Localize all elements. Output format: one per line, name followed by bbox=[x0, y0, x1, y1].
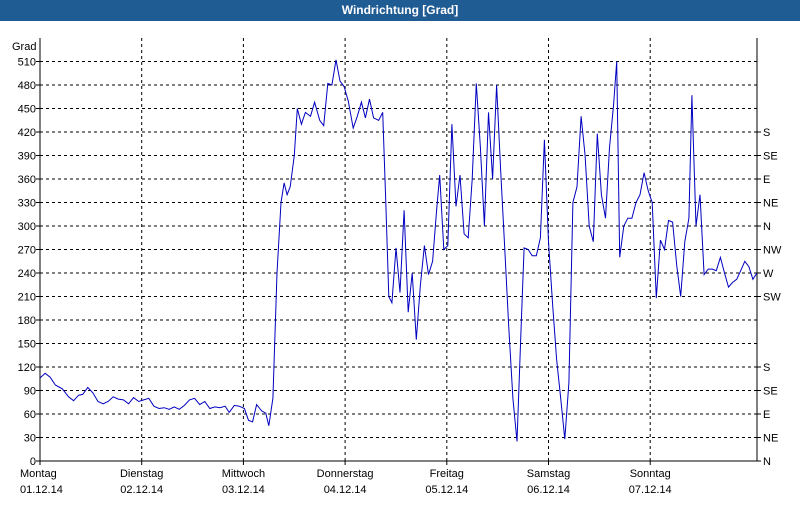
x-tick-day-label: Montag bbox=[20, 468, 57, 480]
y-tick-label: 0 bbox=[30, 456, 36, 468]
y-tick-label: 210 bbox=[18, 292, 36, 304]
y-tick-label: 180 bbox=[18, 315, 36, 327]
window-title: Windrichtung [Grad] bbox=[0, 0, 800, 21]
right-tick-label: S bbox=[763, 362, 770, 374]
y-tick-label: 390 bbox=[18, 151, 36, 163]
series-layer bbox=[39, 59, 758, 442]
y-tick-label: 450 bbox=[18, 104, 36, 116]
right-tick-label: N bbox=[763, 221, 771, 233]
x-tick-day-label: Donnerstag bbox=[317, 468, 374, 480]
left-axis: 0 30 60 90 120 150 180 210 240 270 300 330 360 390 420… bbox=[18, 57, 40, 468]
y-tick-label: 60 bbox=[24, 409, 36, 421]
y-tick-label: 90 bbox=[24, 386, 36, 398]
right-tick-label: SE bbox=[763, 386, 778, 398]
y-tick-label: 300 bbox=[18, 221, 36, 233]
chart-area: 0 30 60 90 120 150 180 210 240 270 300 330 360 390 420… bbox=[0, 21, 800, 500]
x-tick-day-label: Mittwoch bbox=[222, 468, 265, 480]
x-tick-date-label: 04.12.14 bbox=[324, 484, 367, 496]
y-tick-label: 510 bbox=[18, 57, 36, 69]
x-tick-date-label: 06.12.14 bbox=[527, 484, 570, 496]
wind-direction-chart: 0 30 60 90 120 150 180 210 240 270 300 330 360 390 420… bbox=[12, 38, 782, 496]
y-tick-label: 360 bbox=[18, 174, 36, 186]
x-axis: Montag 01.12.14 Dienstag 02.12.14 Mittwoch 03… bbox=[20, 461, 672, 496]
right-axis: N NE E SE S SW W NW N NE E SE S bbox=[757, 127, 782, 468]
right-tick-label: W bbox=[763, 268, 774, 280]
x-tick-day-label: Dienstag bbox=[120, 468, 163, 480]
y-tick-label: 330 bbox=[18, 198, 36, 210]
x-tick-day-label: Freitag bbox=[430, 468, 464, 480]
x-tick-date-label: 02.12.14 bbox=[120, 484, 163, 496]
right-tick-label: N bbox=[763, 456, 771, 468]
right-tick-label: NW bbox=[763, 245, 782, 257]
x-tick-date-label: 01.12.14 bbox=[20, 484, 63, 496]
x-tick-date-label: 05.12.14 bbox=[425, 484, 468, 496]
grid-layer bbox=[40, 38, 757, 462]
y-tick-label: 480 bbox=[18, 80, 36, 92]
x-tick-day-label: Sonntag bbox=[630, 468, 671, 480]
right-tick-label: E bbox=[763, 174, 770, 186]
y-tick-label: 420 bbox=[18, 127, 36, 139]
y-tick-label: 30 bbox=[24, 433, 36, 445]
x-tick-day-label: Samstag bbox=[527, 468, 570, 480]
x-tick-date-label: 03.12.14 bbox=[222, 484, 265, 496]
right-tick-label: SW bbox=[763, 292, 781, 304]
right-tick-label: S bbox=[763, 127, 770, 139]
y-tick-label: 150 bbox=[18, 339, 36, 351]
x-tick-date-label: 07.12.14 bbox=[629, 484, 672, 496]
right-tick-label: NE bbox=[763, 198, 778, 210]
y-tick-label: 120 bbox=[18, 362, 36, 374]
right-tick-label: E bbox=[763, 409, 770, 421]
y-tick-label: 270 bbox=[18, 245, 36, 257]
right-tick-label: NE bbox=[763, 433, 778, 445]
plot-frame bbox=[39, 38, 758, 462]
series-line bbox=[39, 59, 758, 442]
y-axis-label: Grad bbox=[12, 41, 36, 53]
y-tick-label: 240 bbox=[18, 268, 36, 280]
right-tick-label: SE bbox=[763, 151, 778, 163]
